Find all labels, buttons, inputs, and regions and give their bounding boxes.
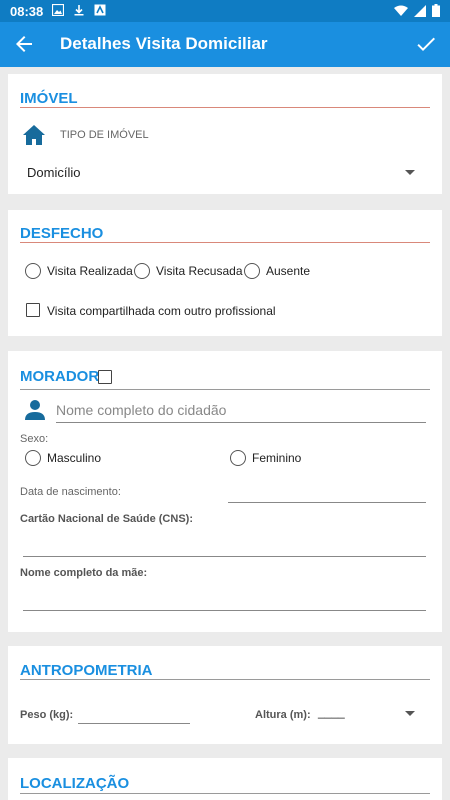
- chevron-down-icon: [405, 711, 415, 716]
- antropometria-section-title: ANTROPOMETRIA: [20, 662, 153, 679]
- radio-label: Feminino: [252, 451, 302, 465]
- app-notification-icon: [94, 4, 106, 16]
- home-icon: [23, 125, 45, 145]
- imovel-card: IMÓVEL TIPO DE IMÓVEL Domicílio: [8, 74, 442, 194]
- nome-cidadao-input[interactable]: Nome completo do cidadão: [56, 399, 426, 423]
- checkbox-label: Visita compartilhada com outro profissio…: [47, 304, 276, 318]
- morador-section-title: MORADOR: [20, 368, 100, 385]
- localizacao-card: LOCALIZAÇÃO: [8, 758, 442, 800]
- input-underline: [23, 556, 426, 557]
- radio-label: Visita Recusada: [156, 264, 243, 278]
- input-underline: [56, 422, 426, 423]
- radio-circle: [244, 263, 260, 279]
- input-underline: [228, 502, 426, 503]
- radio-ausente[interactable]: Ausente: [243, 261, 323, 281]
- antropometria-card: ANTROPOMETRIA Peso (kg): Altura (m): ___…: [8, 646, 442, 744]
- arrow-back-icon[interactable]: [12, 32, 36, 56]
- radio-masculino[interactable]: Masculino: [24, 450, 134, 470]
- check-icon[interactable]: [414, 32, 438, 56]
- nome-cidadao-placeholder: Nome completo do cidadão: [56, 402, 227, 418]
- section-divider: [20, 242, 430, 243]
- section-divider: [20, 679, 430, 680]
- chevron-down-icon: [405, 170, 415, 175]
- nome-mae-label: Nome completo da mãe:: [20, 567, 148, 579]
- data-nascimento-label: Data de nascimento:: [20, 486, 121, 498]
- battery-icon: [432, 4, 440, 17]
- radio-label: Ausente: [266, 264, 311, 278]
- altura-value: ____: [318, 705, 345, 719]
- radio-circle: [25, 450, 41, 466]
- radio-circle: [230, 450, 246, 466]
- desfecho-section-title: DESFECHO: [20, 225, 104, 242]
- data-nascimento-input[interactable]: [228, 481, 426, 503]
- altura-dropdown[interactable]: ____: [318, 704, 426, 724]
- visita-compartilhada-checkbox-row[interactable]: Visita compartilhada com outro profissio…: [24, 301, 324, 321]
- person-icon: [25, 400, 45, 420]
- section-divider: [20, 107, 430, 108]
- section-divider: [20, 389, 430, 390]
- image-icon: [52, 4, 64, 16]
- radio-label: Visita Realizada: [47, 264, 133, 278]
- status-time: 08:38: [10, 4, 44, 19]
- cns-input[interactable]: [23, 533, 426, 557]
- radio-label: Masculino: [47, 451, 102, 465]
- page-title: Detalhes Visita Domiciliar: [60, 34, 268, 53]
- input-underline: [78, 723, 190, 724]
- tipo-imovel-dropdown[interactable]: Domicílio: [20, 158, 426, 186]
- localizacao-section-title: LOCALIZAÇÃO: [20, 775, 130, 792]
- download-icon: [74, 5, 84, 16]
- imovel-section-title: IMÓVEL: [20, 90, 78, 107]
- tipo-imovel-label: TIPO DE IMÓVEL: [60, 129, 149, 141]
- nome-mae-input[interactable]: [23, 587, 426, 611]
- morador-checkbox[interactable]: [98, 370, 112, 384]
- radio-feminino[interactable]: Feminino: [229, 450, 339, 470]
- peso-label: Peso (kg):: [20, 709, 74, 721]
- sexo-label: Sexo:: [20, 433, 49, 445]
- tipo-imovel-value: Domicílio: [27, 165, 81, 180]
- desfecho-card: DESFECHO Visita Realizada Visita Recusad…: [8, 210, 442, 336]
- radio-circle: [134, 263, 150, 279]
- input-underline: [23, 610, 426, 611]
- app-bar: Detalhes Visita Domiciliar: [0, 22, 450, 67]
- status-bar: 08:38: [0, 0, 450, 22]
- signal-icon: [414, 4, 426, 17]
- radio-visita-realizada[interactable]: Visita Realizada: [24, 261, 134, 281]
- cns-label: Cartão Nacional de Saúde (CNS):: [20, 513, 193, 525]
- radio-visita-recusada[interactable]: Visita Recusada: [133, 261, 243, 281]
- morador-card: MORADOR Nome completo do cidadão Sexo: M…: [8, 351, 442, 632]
- altura-label: Altura (m):: [255, 709, 311, 721]
- wifi-icon: [394, 5, 408, 16]
- section-divider: [20, 793, 430, 794]
- checkbox: [26, 303, 40, 317]
- radio-circle: [25, 263, 41, 279]
- peso-input[interactable]: [78, 704, 190, 724]
